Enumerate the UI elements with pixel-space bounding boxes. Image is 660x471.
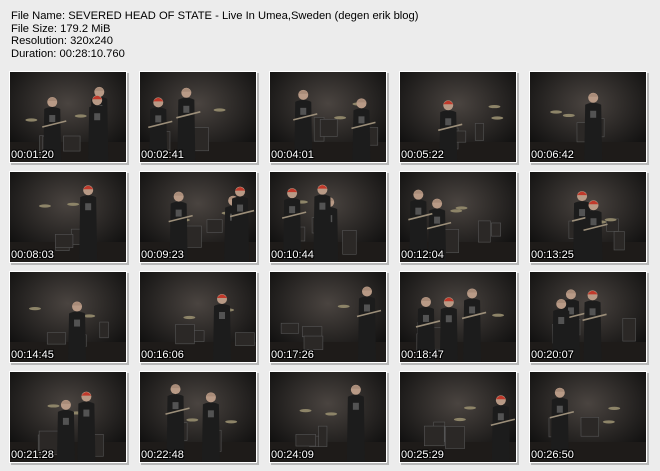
video-thumbnail: 00:14:45 [9,271,127,363]
thumbnail-timestamp: 00:13:25 [531,249,574,261]
video-thumbnail: 00:10:44 [269,171,387,263]
video-thumbnail: 00:09:23 [139,171,257,263]
thumbnail-timestamp: 00:09:23 [141,249,184,261]
thumbnail-grid: 00:01:20 00:02:41 00:04:01 00:05:22 00:0… [9,71,649,464]
video-thumbnail: 00:24:09 [269,371,387,463]
thumbnail-timestamp: 00:06:42 [531,149,574,161]
file-info-panel: File Name: SEVERED HEAD OF STATE - Live … [11,10,418,60]
thumbnail-timestamp: 00:20:07 [531,349,574,361]
video-thumbnail: 00:25:29 [399,371,517,463]
thumbnail-timestamp: 00:18:47 [401,349,444,361]
video-thumbnail: 00:26:50 [529,371,647,463]
video-thumbnail: 00:21:28 [9,371,127,463]
thumbnail-timestamp: 00:12:04 [401,249,444,261]
thumbnail-timestamp: 00:02:41 [141,149,184,161]
thumbnail-timestamp: 00:08:03 [11,249,54,261]
thumbnail-timestamp: 00:16:06 [141,349,184,361]
thumbnail-timestamp: 00:24:09 [271,449,314,461]
resolution: Resolution: 320x240 [11,35,114,47]
video-thumbnail: 00:13:25 [529,171,647,263]
thumbnail-timestamp: 00:04:01 [271,149,314,161]
video-thumbnail: 00:08:03 [9,171,127,263]
duration: Duration: 00:28:10.760 [11,47,125,60]
thumbnail-timestamp: 00:22:48 [141,449,184,461]
thumbnail-timestamp: 00:25:29 [401,449,444,461]
thumbnail-timestamp: 00:01:20 [11,149,54,161]
thumbnail-timestamp: 00:05:22 [401,149,444,161]
video-thumbnail: 00:12:04 [399,171,517,263]
video-thumbnail: 00:16:06 [139,271,257,363]
video-thumbnail: 00:20:07 [529,271,647,363]
video-thumbnail: 00:02:41 [139,71,257,163]
video-thumbnail: 00:22:48 [139,371,257,463]
thumbnail-timestamp: 00:21:28 [11,449,54,461]
video-thumbnail: 00:05:22 [399,71,517,163]
video-thumbnail: 00:18:47 [399,271,517,363]
thumbnail-timestamp: 00:17:26 [271,349,314,361]
video-thumbnail: 00:17:26 [269,271,387,363]
video-thumbnail: 00:04:01 [269,71,387,163]
file-size: File Size: 179.2 MiB [11,22,111,35]
video-thumbnail: 00:06:42 [529,71,647,163]
thumbnail-timestamp: 00:10:44 [271,249,314,261]
video-thumbnail: 00:01:20 [9,71,127,163]
file-name: File Name: SEVERED HEAD OF STATE - Live … [11,10,419,22]
thumbnail-timestamp: 00:26:50 [531,449,574,461]
thumbnail-timestamp: 00:14:45 [11,349,54,361]
